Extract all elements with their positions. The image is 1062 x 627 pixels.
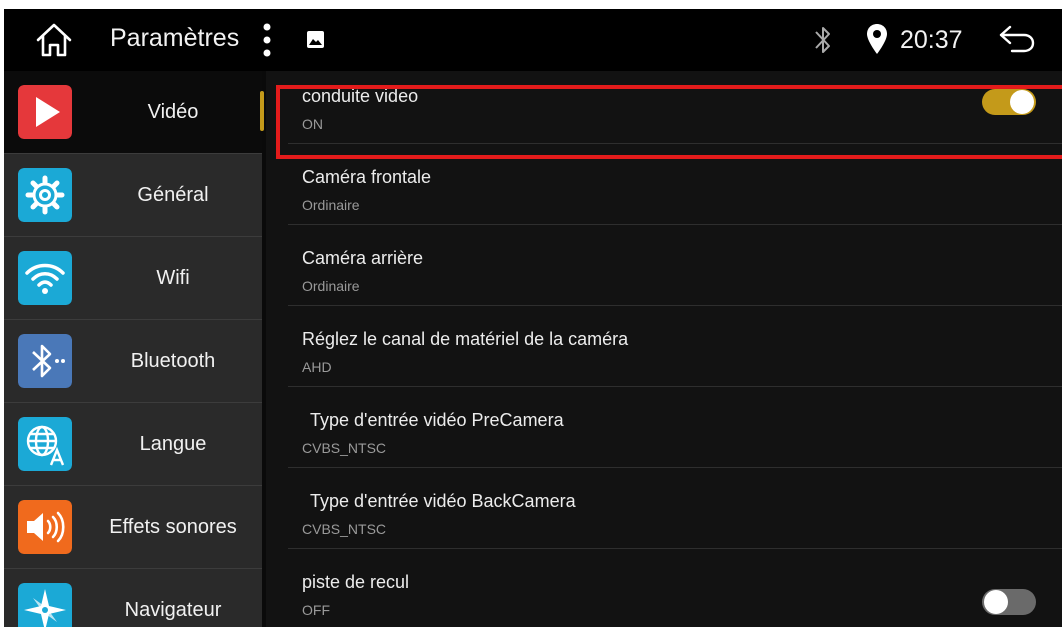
page-title: Paramètres: [110, 24, 240, 52]
sidebar: Vidéo Général Wifi Bluetooth Langue Effe…: [4, 71, 264, 627]
highlight-box: [276, 85, 1062, 159]
sidebar-item-bluetooth[interactable]: Bluetooth: [4, 320, 262, 402]
gear-icon: [18, 168, 72, 222]
sidebar-item-label: Bluetooth: [130, 350, 216, 372]
divider: [4, 485, 262, 486]
bluetooth-icon: [18, 334, 72, 388]
setting-piste-de-recul[interactable]: piste de recul OFF: [266, 549, 1062, 627]
sidebar-item-navigateur[interactable]: Navigateur: [4, 569, 262, 627]
clock: 20:37: [900, 26, 963, 54]
setting-value: AHD: [302, 359, 332, 375]
sidebar-item-label: Langue: [139, 433, 207, 455]
setting-title: Caméra frontale: [302, 167, 432, 187]
setting-title: piste de recul: [302, 572, 410, 592]
bluetooth-icon: [815, 27, 830, 53]
wifi-icon: [18, 251, 72, 305]
setting-value: CVBS_NTSC: [302, 521, 387, 537]
divider: [4, 153, 262, 154]
divider: [4, 236, 262, 237]
location-icon: [867, 24, 887, 54]
sidebar-item-label: Navigateur: [124, 599, 222, 621]
sidebar-item-wifi[interactable]: Wifi: [4, 237, 262, 319]
setting-camera-arriere[interactable]: Caméra arrière Ordinaire: [266, 225, 1062, 306]
setting-value: Ordinaire: [302, 278, 360, 294]
divider: [4, 568, 262, 569]
sidebar-item-label: Vidéo: [147, 101, 199, 123]
divider: [4, 319, 262, 320]
play-icon: [18, 85, 72, 139]
sidebar-item-langue[interactable]: Langue: [4, 403, 262, 485]
setting-canal-materiel[interactable]: Réglez le canal de matériel de la caméra…: [266, 306, 1062, 387]
divider: [4, 402, 262, 403]
compass-icon: [18, 583, 72, 627]
status-bar: Paramètres 20:37: [4, 9, 1062, 71]
speaker-icon: [18, 500, 72, 554]
sidebar-item-label: Effets sonores: [109, 516, 237, 538]
setting-value: OFF: [302, 602, 330, 618]
setting-title: Caméra arrière: [302, 248, 424, 268]
setting-value: Ordinaire: [302, 197, 360, 213]
setting-precamera-input[interactable]: Type d'entrée vidéo PreCamera CVBS_NTSC: [266, 387, 1062, 468]
sidebar-item-effets-sonores[interactable]: Effets sonores: [4, 486, 262, 568]
active-indicator: [260, 91, 264, 131]
sidebar-item-video[interactable]: Vidéo: [4, 71, 262, 153]
image-icon: [307, 31, 324, 48]
more-vert-icon[interactable]: [262, 23, 272, 57]
setting-value: CVBS_NTSC: [302, 440, 387, 456]
sidebar-item-general[interactable]: Général: [4, 154, 262, 236]
sidebar-item-label: Wifi: [156, 267, 190, 289]
globe-icon: [18, 417, 72, 471]
piste-de-recul-toggle[interactable]: [982, 589, 1036, 615]
home-icon[interactable]: [34, 21, 74, 59]
back-icon[interactable]: [998, 23, 1036, 55]
setting-title: Type d'entrée vidéo BackCamera: [310, 491, 576, 511]
setting-title: Type d'entrée vidéo PreCamera: [310, 410, 564, 430]
setting-backcamera-input[interactable]: Type d'entrée vidéo BackCamera CVBS_NTSC: [266, 468, 1062, 549]
sidebar-item-label: Général: [137, 184, 209, 206]
setting-title: Réglez le canal de matériel de la caméra: [302, 329, 629, 349]
